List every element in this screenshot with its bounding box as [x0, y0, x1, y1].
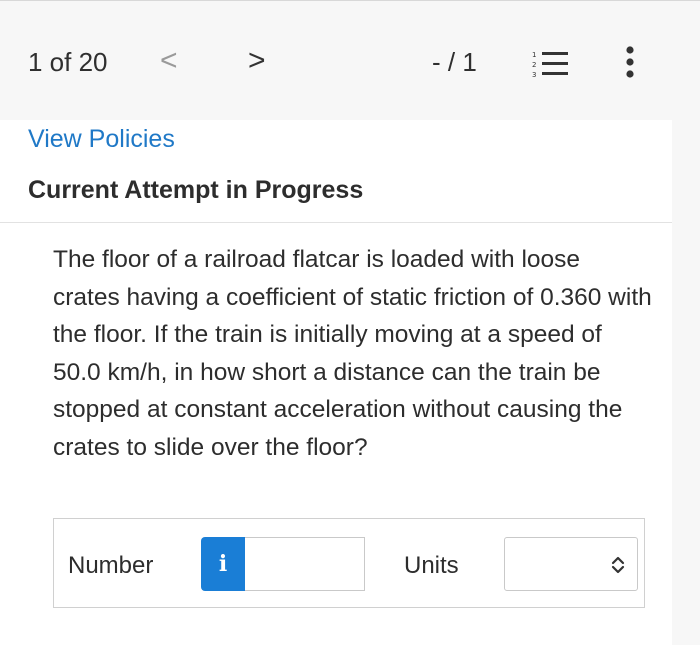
more-vertical-icon[interactable] — [620, 45, 640, 79]
question-counter: 1 of 20 — [28, 47, 108, 77]
units-label: Units — [404, 552, 459, 579]
svg-text:1: 1 — [532, 51, 536, 59]
view-policies-link[interactable]: View Policies — [28, 125, 175, 154]
section-divider — [0, 222, 672, 223]
svg-text:2: 2 — [532, 61, 536, 69]
number-label: Number — [68, 552, 154, 579]
number-input[interactable] — [245, 537, 365, 591]
info-button[interactable]: i — [201, 537, 245, 591]
top-toolbar: 1 of 20 < > - / 1 1 2 3 — [0, 0, 700, 121]
numbered-list-icon[interactable]: 1 2 3 — [530, 49, 570, 79]
next-question-button[interactable]: > — [248, 45, 266, 77]
info-icon: i — [218, 551, 228, 577]
previous-question-button[interactable]: < — [160, 45, 178, 77]
score-display: - / 1 — [432, 47, 477, 77]
chevron-updown-icon — [611, 556, 625, 574]
attempt-status-heading: Current Attempt in Progress — [28, 176, 364, 204]
units-select[interactable] — [504, 537, 638, 591]
svg-text:3: 3 — [532, 71, 536, 79]
question-text: The floor of a railroad flatcar is loade… — [53, 246, 652, 461]
